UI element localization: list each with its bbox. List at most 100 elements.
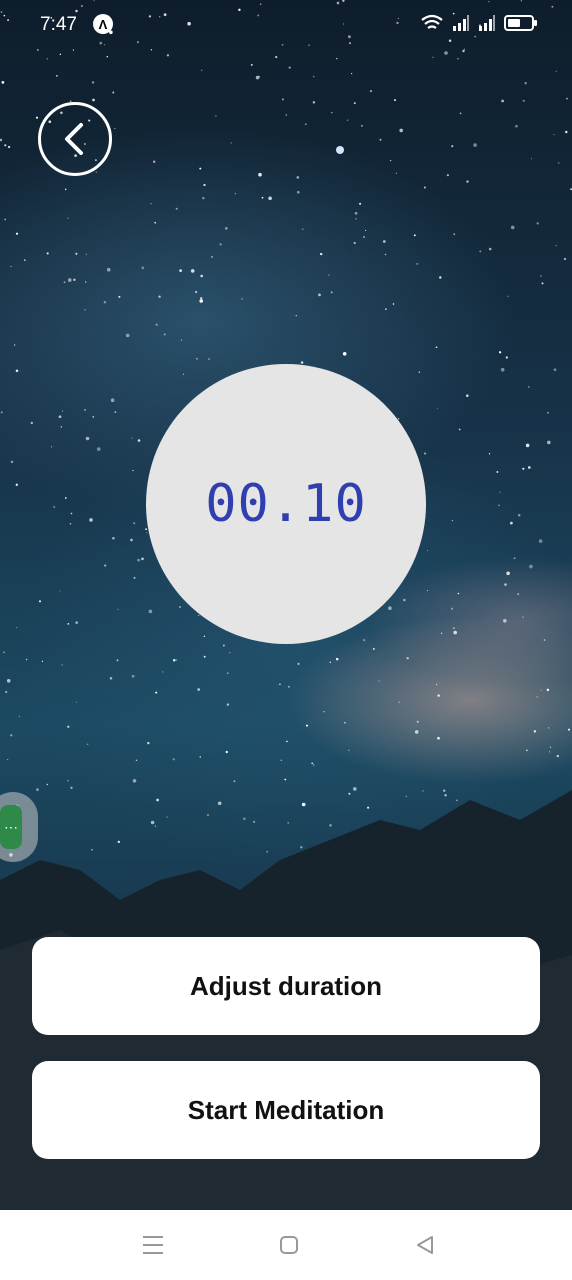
- star: [229, 651, 231, 654]
- star: [287, 822, 289, 824]
- start-meditation-button[interactable]: Start Meditation: [32, 1061, 540, 1159]
- star: [527, 466, 531, 469]
- timer-value: 00.10: [205, 474, 367, 534]
- star: [106, 55, 109, 58]
- star: [405, 795, 407, 797]
- star: [241, 298, 244, 300]
- star: [201, 69, 203, 71]
- floating-bubble-icon: ⋯: [0, 805, 22, 849]
- star: [10, 265, 12, 267]
- star: [367, 806, 370, 809]
- star: [547, 727, 550, 729]
- star: [555, 70, 557, 72]
- status-bar: 7:47 Λ: [0, 0, 572, 50]
- star: [118, 295, 121, 298]
- star: [146, 532, 148, 534]
- star: [522, 99, 525, 102]
- star: [13, 344, 16, 346]
- star: [145, 528, 148, 531]
- star: [287, 685, 290, 688]
- star: [499, 491, 501, 493]
- star: [131, 674, 135, 678]
- battery-icon: [504, 15, 537, 31]
- menu-icon[interactable]: [139, 1232, 167, 1258]
- star: [507, 295, 509, 298]
- star: [527, 386, 530, 388]
- star: [546, 688, 550, 692]
- star: [38, 600, 42, 603]
- star: [382, 240, 386, 243]
- star: [503, 619, 507, 623]
- star: [281, 98, 284, 101]
- floating-assistant-bubble[interactable]: ⋯: [0, 792, 38, 862]
- star: [416, 263, 418, 265]
- star: [234, 192, 237, 195]
- star: [84, 408, 87, 411]
- star: [525, 443, 530, 448]
- star: [179, 269, 182, 272]
- star: [132, 469, 134, 472]
- star: [458, 428, 461, 431]
- star: [379, 138, 382, 141]
- star: [522, 616, 524, 618]
- star: [394, 99, 396, 102]
- star: [437, 694, 440, 697]
- star: [350, 72, 353, 75]
- star: [110, 398, 115, 403]
- star: [457, 592, 460, 595]
- star: [64, 188, 67, 191]
- star: [130, 538, 133, 542]
- star: [73, 278, 76, 281]
- star: [75, 621, 79, 624]
- star: [137, 558, 140, 562]
- star: [199, 756, 201, 758]
- star: [190, 269, 195, 273]
- star: [253, 821, 255, 823]
- star: [392, 303, 395, 305]
- star: [280, 759, 282, 761]
- star: [117, 840, 120, 844]
- star: [10, 734, 13, 737]
- star: [166, 816, 168, 818]
- star: [112, 91, 115, 94]
- star: [296, 176, 300, 179]
- star: [488, 453, 491, 455]
- back-triangle-icon[interactable]: [411, 1232, 439, 1258]
- star: [195, 290, 198, 294]
- star: [173, 658, 176, 662]
- star: [217, 801, 222, 806]
- star: [154, 221, 157, 224]
- star: [517, 514, 521, 517]
- star: [515, 124, 518, 128]
- star: [227, 672, 229, 674]
- star: [288, 66, 291, 69]
- adjust-duration-button[interactable]: Adjust duration: [32, 937, 540, 1035]
- star: [89, 518, 93, 522]
- star: [67, 217, 69, 219]
- signal-icon: [453, 15, 469, 31]
- star: [133, 576, 136, 579]
- star: [353, 787, 357, 791]
- star: [543, 639, 546, 641]
- star: [250, 63, 253, 66]
- star: [60, 426, 62, 428]
- star: [524, 81, 527, 85]
- star: [452, 627, 455, 630]
- star: [278, 683, 281, 686]
- star: [513, 557, 516, 560]
- star: [125, 333, 130, 338]
- star: [510, 225, 515, 230]
- star: [210, 255, 214, 258]
- star: [7, 145, 11, 149]
- star: [67, 623, 70, 625]
- star: [6, 679, 11, 683]
- star: [215, 115, 217, 117]
- star: [5, 690, 8, 694]
- star: [16, 627, 18, 629]
- star: [1, 81, 5, 84]
- home-icon[interactable]: [275, 1232, 303, 1258]
- back-button[interactable]: [38, 102, 112, 176]
- star: [365, 229, 367, 231]
- star: [418, 371, 420, 373]
- star: [536, 222, 539, 225]
